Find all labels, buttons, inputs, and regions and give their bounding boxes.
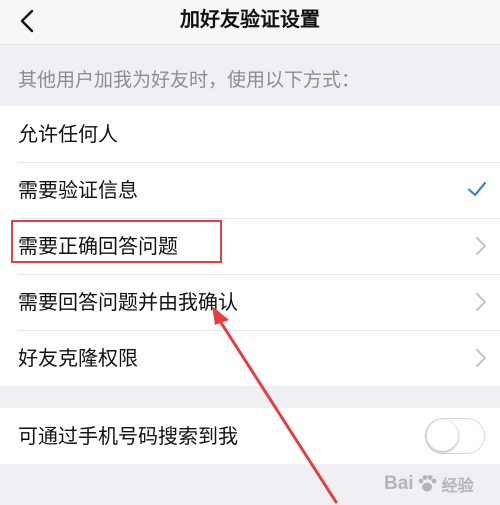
watermark-left-text: Bai bbox=[384, 473, 414, 494]
paw-icon bbox=[418, 475, 436, 492]
annotation-arrow bbox=[212, 306, 338, 504]
baidu-jingyan-watermark: Bai 经验 bbox=[384, 472, 474, 496]
watermark-right-text: 经验 bbox=[441, 478, 474, 495]
